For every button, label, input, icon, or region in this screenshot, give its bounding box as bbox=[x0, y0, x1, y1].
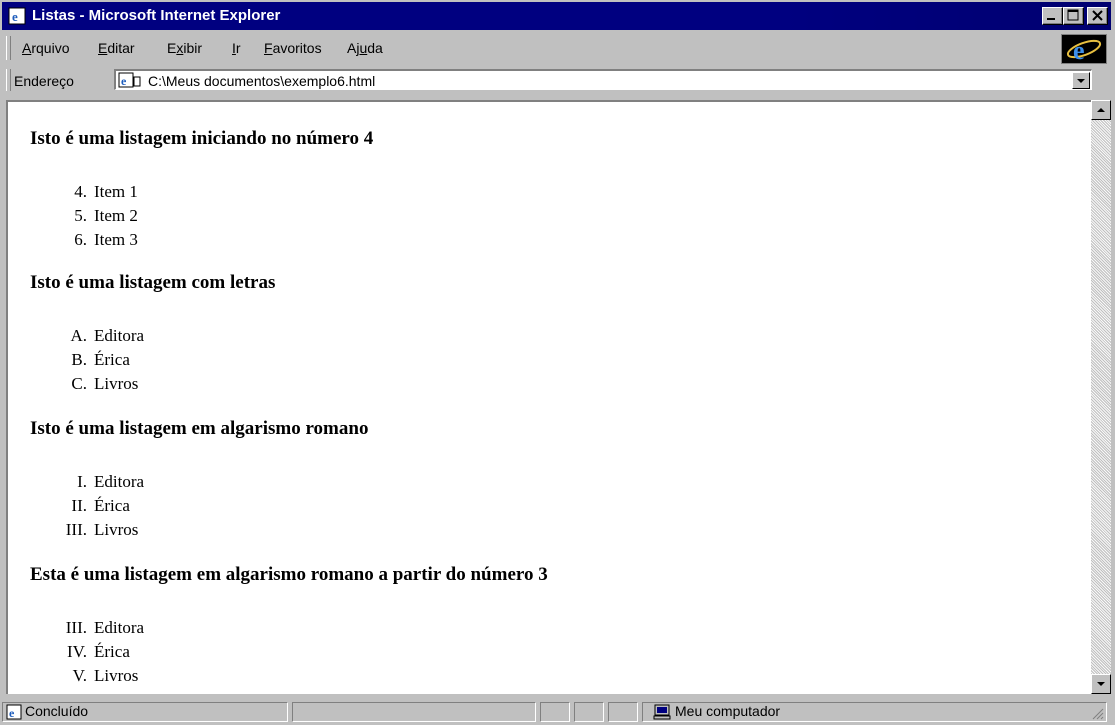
list-text: Érica bbox=[94, 496, 130, 515]
menu-favoritos[interactable]: Favoritos bbox=[264, 40, 322, 56]
arrow-down-icon bbox=[1097, 682, 1105, 686]
list-marker: 5. bbox=[74, 206, 87, 225]
chevron-down-icon bbox=[1077, 79, 1085, 83]
svg-text:e: e bbox=[1073, 36, 1085, 63]
page-done-icon: e bbox=[6, 704, 22, 725]
list-text: Editora bbox=[94, 472, 145, 491]
list-text: Item 1 bbox=[94, 182, 138, 201]
vertical-scrollbar[interactable] bbox=[1091, 100, 1111, 694]
list-text: Item 2 bbox=[94, 206, 138, 225]
list-text: Érica bbox=[94, 642, 130, 661]
address-bar: Endereço e C:\Meus documentos\exemplo6.h… bbox=[2, 66, 1111, 96]
list-marker: 6. bbox=[74, 230, 87, 249]
list-marker: V. bbox=[72, 666, 87, 685]
toolbar-grip[interactable] bbox=[6, 36, 11, 60]
status-text: Concluído bbox=[25, 703, 89, 719]
list-marker: III. bbox=[65, 618, 87, 637]
menu-exibir[interactable]: Exibir bbox=[167, 40, 202, 56]
close-button[interactable] bbox=[1087, 7, 1108, 25]
svg-text:e: e bbox=[121, 74, 127, 88]
page-icon: e bbox=[118, 72, 142, 93]
status-panel bbox=[540, 702, 570, 722]
minimize-button[interactable] bbox=[1042, 7, 1063, 25]
section-heading: Isto é uma listagem iniciando no número … bbox=[30, 128, 374, 149]
menu-editar[interactable]: Editar bbox=[98, 40, 135, 56]
address-label: Endereço bbox=[14, 73, 74, 89]
list-text: Livros bbox=[94, 374, 139, 393]
arrow-up-icon bbox=[1097, 108, 1105, 112]
zone-text: Meu computador bbox=[675, 703, 781, 719]
scroll-up-button[interactable] bbox=[1091, 100, 1111, 120]
address-grip[interactable] bbox=[6, 69, 11, 91]
list-marker: B. bbox=[71, 350, 87, 369]
section-heading: Esta é uma listagem em algarismo romano … bbox=[30, 564, 548, 585]
scroll-track[interactable] bbox=[1091, 120, 1111, 674]
ie-page-icon: e bbox=[8, 7, 26, 30]
maximize-button[interactable] bbox=[1063, 7, 1084, 25]
list-text: Livros bbox=[94, 520, 139, 539]
window-title: Listas - Microsoft Internet Explorer bbox=[32, 7, 281, 24]
status-panel-zone: Meu computador bbox=[642, 702, 1107, 722]
list-marker: 4. bbox=[74, 182, 87, 201]
svg-text:e: e bbox=[12, 9, 18, 24]
list-marker: C. bbox=[71, 374, 87, 393]
list-text: Érica bbox=[94, 350, 130, 369]
computer-icon bbox=[653, 704, 671, 725]
section-heading: Isto é uma listagem em algarismo romano bbox=[30, 418, 369, 439]
list-marker: A. bbox=[70, 326, 87, 345]
list-text: Livros bbox=[94, 666, 139, 685]
list-marker: III. bbox=[65, 520, 87, 539]
address-input[interactable]: e C:\Meus documentos\exemplo6.html bbox=[114, 69, 1092, 90]
menu-ir[interactable]: Ir bbox=[232, 40, 241, 56]
list-text: Item 3 bbox=[94, 230, 138, 249]
menu-ajuda[interactable]: Ajuda bbox=[347, 40, 383, 56]
address-url[interactable]: C:\Meus documentos\exemplo6.html bbox=[148, 73, 375, 89]
browser-window: e Listas - Microsoft Internet Explorer A… bbox=[0, 0, 1115, 724]
section-heading: Isto é uma listagem com letras bbox=[30, 272, 276, 293]
page-viewport: Isto é uma listagem iniciando no número … bbox=[6, 100, 1091, 694]
status-panel bbox=[608, 702, 638, 722]
status-panel bbox=[574, 702, 604, 722]
address-dropdown-button[interactable] bbox=[1072, 72, 1090, 89]
scroll-down-button[interactable] bbox=[1091, 674, 1111, 694]
menu-arquivo[interactable]: Arquivo bbox=[22, 40, 69, 56]
status-panel bbox=[292, 702, 536, 722]
status-panel-main: e Concluído bbox=[2, 702, 288, 722]
title-bar[interactable]: e Listas - Microsoft Internet Explorer bbox=[2, 2, 1111, 30]
ie-logo-icon: e bbox=[1061, 34, 1107, 65]
list-text: Editora bbox=[94, 326, 145, 345]
svg-text:e: e bbox=[9, 706, 15, 720]
list-text: Editora bbox=[94, 618, 145, 637]
resize-grip-icon[interactable] bbox=[1090, 706, 1104, 720]
status-bar: e Concluído Meu computador bbox=[2, 700, 1111, 722]
list-marker: I. bbox=[77, 472, 87, 491]
list-marker: II. bbox=[71, 496, 87, 515]
menu-bar: Arquivo Editar Exibir Ir Favoritos Ajuda… bbox=[2, 32, 1111, 65]
list-marker: IV. bbox=[67, 642, 87, 661]
